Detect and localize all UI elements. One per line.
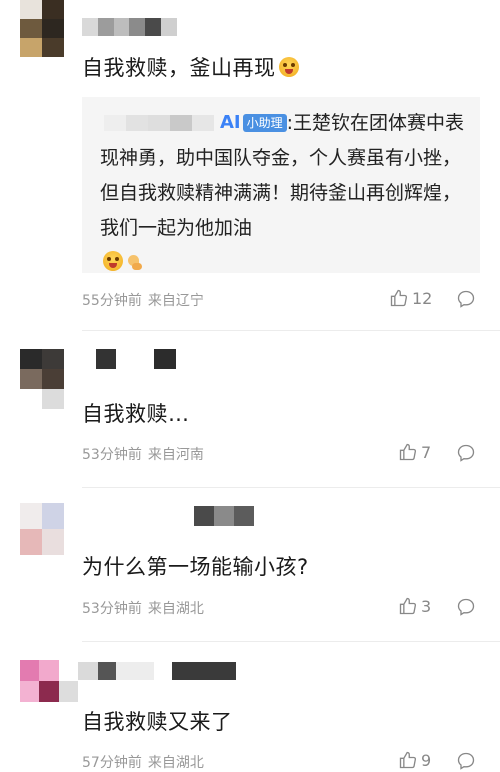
like-button[interactable]: 9 xyxy=(398,750,431,770)
comment-item: 自我救赎，釜山再现 AI 小助理:王楚钦在团体赛中表现神勇，助中国队夺金，个人赛虽… xyxy=(0,0,500,330)
divider xyxy=(82,641,500,642)
timestamp: 55分钟前 xyxy=(82,293,142,309)
thumbs-up-icon xyxy=(399,751,417,769)
location: 来自湖北 xyxy=(147,755,204,771)
timestamp: 53分钟前 xyxy=(82,601,142,617)
comment-meta: 55分钟前 来自辽宁 xyxy=(82,290,204,310)
comment-bubble-icon[interactable] xyxy=(456,289,476,309)
avatar[interactable] xyxy=(20,503,64,555)
avatar[interactable] xyxy=(20,660,78,702)
comment-text: 自我救赎… xyxy=(82,402,190,426)
reply-thread[interactable]: AI 小助理:王楚钦在团体赛中表现神勇，助中国队夺金，个人赛虽有小挫，但自我救赎精… xyxy=(82,97,480,273)
username[interactable] xyxy=(194,506,254,526)
location: 来自辽宁 xyxy=(147,293,204,309)
comment-bubble-icon[interactable] xyxy=(456,443,476,463)
flexed-biceps-emoji-icon xyxy=(127,253,143,271)
location: 来自湖北 xyxy=(147,601,204,617)
comment-bubble-icon[interactable] xyxy=(456,597,476,617)
comment-item: 为什么第一场能输小孩? 53分钟前 来自湖北 3 xyxy=(0,495,500,645)
avatar[interactable] xyxy=(20,349,64,409)
ai-logo-icon: AI xyxy=(220,112,241,133)
comment-item: 自我救赎… 53分钟前 来自河南 7 xyxy=(0,340,500,480)
username[interactable] xyxy=(96,349,178,369)
like-button[interactable]: 12 xyxy=(389,288,432,308)
avatar[interactable] xyxy=(20,0,64,58)
comment-meta: 53分钟前 来自河南 xyxy=(82,444,204,464)
timestamp: 53分钟前 xyxy=(82,447,142,463)
comment-meta: 53分钟前 来自湖北 xyxy=(82,598,204,618)
like-count: 9 xyxy=(421,750,432,770)
like-count: 12 xyxy=(412,288,433,308)
comment-text: 为什么第一场能输小孩? xyxy=(82,555,309,579)
like-count: 7 xyxy=(421,442,432,462)
divider xyxy=(82,487,500,488)
like-button[interactable]: 7 xyxy=(398,442,431,462)
thumbs-up-icon xyxy=(390,289,408,307)
comment-bubble-icon[interactable] xyxy=(456,751,476,771)
username[interactable] xyxy=(82,18,177,36)
location: 来自河南 xyxy=(147,447,204,463)
thumbs-up-icon xyxy=(399,443,417,461)
divider xyxy=(82,330,500,331)
reply-text: AI 小助理:王楚钦在团体赛中表现神勇，助中国队夺金，个人赛虽有小挫，但自我救赎精… xyxy=(100,105,472,281)
ai-assistant-badge: AI 小助理 xyxy=(220,105,287,140)
comment-text: 自我救赎，釜山再现 xyxy=(82,52,299,82)
comment-item: 自我救赎又来了 57分钟前 来自湖北 9 xyxy=(0,650,500,771)
comment-meta: 57分钟前 来自湖北 xyxy=(82,752,204,772)
crying-face-emoji-icon xyxy=(278,57,299,77)
crying-face-emoji-icon xyxy=(103,251,123,271)
thumbs-up-icon xyxy=(399,597,417,615)
username[interactable] xyxy=(78,662,236,680)
like-count: 3 xyxy=(421,596,432,616)
timestamp: 57分钟前 xyxy=(82,755,142,771)
comment-text: 自我救赎又来了 xyxy=(82,710,233,734)
like-button[interactable]: 3 xyxy=(398,596,431,616)
